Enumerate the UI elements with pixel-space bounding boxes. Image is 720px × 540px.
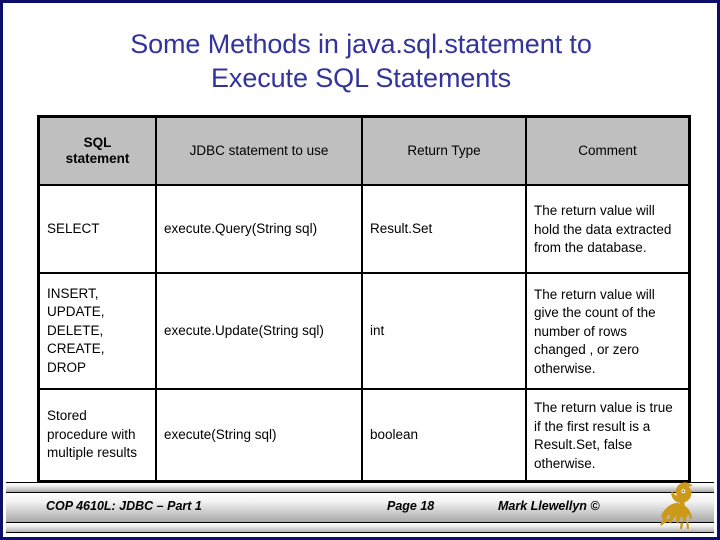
table-row: INSERT, UPDATE, DELETE, CREATE, DROP exe…: [38, 272, 690, 390]
column-header-sql-statement-label: SQL statement: [65, 135, 130, 166]
table-row: SELECT execute.Query(String sql) Result.…: [38, 184, 690, 274]
cell-sql-statement: Stored procedure with multiple results: [38, 388, 157, 482]
column-header-comment: Comment: [525, 116, 690, 186]
page-title: Some Methods in java.sql.statement to Ex…: [33, 27, 689, 95]
column-header-jdbc-statement-label: JDBC statement to use: [189, 143, 329, 158]
table-row: Stored procedure with multiple results e…: [38, 388, 690, 482]
ucf-pegasus-logo-icon: [650, 478, 710, 532]
column-header-jdbc-statement: JDBC statement to use: [155, 116, 363, 186]
cell-jdbc-statement: execute.Update(String sql): [155, 272, 363, 390]
cell-comment: The return value is true if the first re…: [525, 388, 690, 482]
slide-footer: COP 4610L: JDBC – Part 1 Page 18 Mark Ll…: [6, 482, 714, 534]
cell-return-type: boolean: [361, 388, 527, 482]
column-header-sql-statement: SQL statement: [38, 116, 157, 186]
cell-jdbc-statement: execute.Query(String sql): [155, 184, 363, 274]
column-header-return-type: Return Type: [361, 116, 527, 186]
column-header-return-type-label: Return Type: [407, 143, 481, 158]
column-header-comment-label: Comment: [578, 143, 637, 158]
table-header-row: SQL statement JDBC statement to use Retu…: [38, 116, 690, 186]
sql-methods-table: SQL statement JDBC statement to use Retu…: [37, 115, 691, 483]
cell-comment: The return value will hold the data extr…: [525, 184, 690, 274]
slide-canvas: Some Methods in java.sql.statement to Ex…: [0, 0, 720, 540]
cell-sql-statement: INSERT, UPDATE, DELETE, CREATE, DROP: [38, 272, 157, 390]
page-title-line-1: Some Methods in java.sql.statement to: [130, 29, 592, 59]
cell-return-type: Result.Set: [361, 184, 527, 274]
cell-sql-statement: SELECT: [38, 184, 157, 274]
footer-bar-main: [6, 492, 714, 523]
footer-bar-bottom: [6, 522, 714, 533]
cell-return-type: int: [361, 272, 527, 390]
page-title-line-2: Execute SQL Statements: [211, 63, 511, 93]
cell-jdbc-statement: execute(String sql): [155, 388, 363, 482]
cell-comment: The return value will give the count of …: [525, 272, 690, 390]
